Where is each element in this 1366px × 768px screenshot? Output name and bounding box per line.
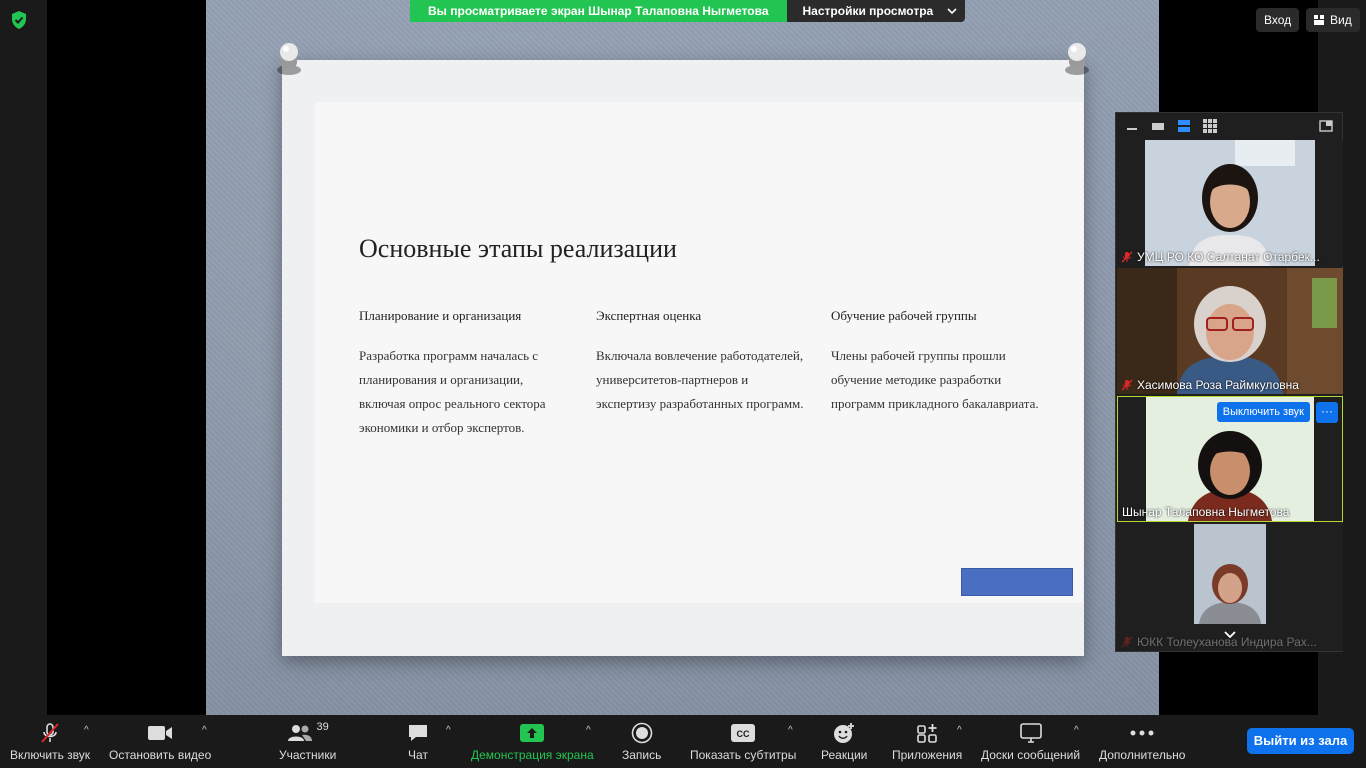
chat-options-caret-icon[interactable]: ^ [446,725,451,736]
slide-column-heading-3: Обучение рабочей группы [831,308,977,323]
view-label: Вид [1330,13,1352,27]
meeting-toolbar: Включить звук ^ Остановить видео ^ 39 Уч… [0,715,1366,768]
pin-left-icon [277,43,301,75]
whiteboards-options-caret-icon[interactable]: ^ [1074,725,1079,736]
captions-options-caret-icon[interactable]: ^ [788,725,793,736]
meeting-stage: Основные этапы реализации Планирование и… [0,0,1366,715]
screen-share-banner: Вы просматриваете экран Шынар Талаповна … [410,0,966,22]
mic-muted-icon [1121,251,1133,263]
leave-meeting-button[interactable]: Выйти из зала [1247,728,1354,754]
grid-view-icon [1314,15,1324,25]
more-dots-icon [1130,730,1154,736]
audio-options-caret-icon[interactable]: ^ [84,725,89,736]
stop-video-button[interactable]: Остановить видео [109,715,211,768]
video-tile-2[interactable]: Хасимова Роза Раймкуловна [1117,268,1343,394]
chat-bubble-icon [409,725,427,741]
mute-participant-button[interactable]: Выключить звук [1216,402,1310,422]
mic-muted-icon [41,723,59,743]
tile-name-3: Шынар Талаповна Ныгметова [1122,505,1290,519]
video-tile-1[interactable]: УМЦ РО КО Салтанат Отарбек... [1117,140,1343,266]
video-camera-icon [148,726,173,740]
more-button[interactable]: Дополнительно [1099,715,1185,768]
participants-count: 39 [316,721,329,733]
single-video-icon[interactable] [1150,119,1166,133]
whiteboard-icon [1019,723,1042,743]
whiteboards-button[interactable]: Доски сообщений [981,715,1080,768]
tile-name-1: УМЦ РО КО Салтанат Отарбек... [1117,250,1341,264]
pin-right-icon [1065,43,1089,75]
slide-column-text-1: Разработка программ началась с планирова… [359,348,546,435]
record-button[interactable]: Запись [622,715,661,768]
unmute-button[interactable]: Включить звук [10,715,90,768]
chevron-down-icon [947,8,957,15]
mic-muted-icon [1121,379,1133,391]
participants-video-panel: УМЦ РО КО Салтанат Отарбек... Хасимова Р… [1115,112,1343,652]
gallery-grid-icon[interactable] [1202,119,1218,133]
tile-name-2: Хасимова Роза Раймкуловна [1117,378,1341,392]
view-button[interactable]: Вид [1306,8,1360,32]
minimize-icon[interactable] [1124,119,1140,133]
signin-button[interactable]: Вход [1256,8,1300,32]
pop-out-icon[interactable] [1318,119,1334,133]
view-options-button[interactable]: Настройки просмотра [786,0,966,22]
record-icon [631,722,652,744]
participants-icon [287,725,312,741]
tile-more-button[interactable]: ··· [1316,402,1338,423]
reactions-smile-icon [834,723,855,743]
view-options-label: Настройки просмотра [802,4,934,18]
video-tile-4[interactable]: ЮКК Толеуханова Индира Рах... [1117,524,1343,651]
slide-column-heading-1: Планирование и организация [359,308,522,323]
strip-view-icon[interactable] [1176,119,1192,133]
apps-icon [917,724,937,743]
slide-title: Основные этапы реализации [359,234,677,263]
panel-view-bar [1116,113,1342,139]
participant-video-2 [1117,268,1343,394]
captions-button[interactable]: CC Показать субтитры [690,715,796,768]
reactions-button[interactable]: Реакции [821,715,867,768]
signin-label: Вход [1264,13,1292,27]
scroll-down-chevron-icon[interactable] [1224,631,1236,639]
slide-column-text-3: Члены рабочей группы прошли обучение мет… [831,348,1039,411]
mic-muted-icon [1121,636,1133,648]
video-options-caret-icon[interactable]: ^ [202,725,207,736]
share-options-caret-icon[interactable]: ^ [586,725,591,736]
slide-blue-shape [961,568,1073,596]
slide-column-heading-2: Экспертная оценка [596,308,702,323]
slide-column-text-2: Включала вовлечение работодателей, униве… [596,348,804,411]
svg-text:CC: CC [737,729,750,739]
encryption-shield-icon[interactable] [10,10,28,30]
viewing-screen-label: Вы просматриваете экран Шынар Талаповна … [410,0,787,22]
apps-button[interactable]: Приложения [892,715,962,768]
chat-button[interactable]: Чат [407,715,429,768]
participants-button[interactable]: 39 Участники [279,715,336,768]
share-screen-icon [520,724,545,742]
video-tile-3[interactable]: Выключить звук ··· Шынар Талаповна Ныгме… [1117,396,1343,522]
share-screen-button[interactable]: Демонстрация экрана [471,715,594,768]
participant-video-1 [1117,140,1343,266]
closed-captions-icon: CC [731,724,756,742]
apps-options-caret-icon[interactable]: ^ [957,725,962,736]
